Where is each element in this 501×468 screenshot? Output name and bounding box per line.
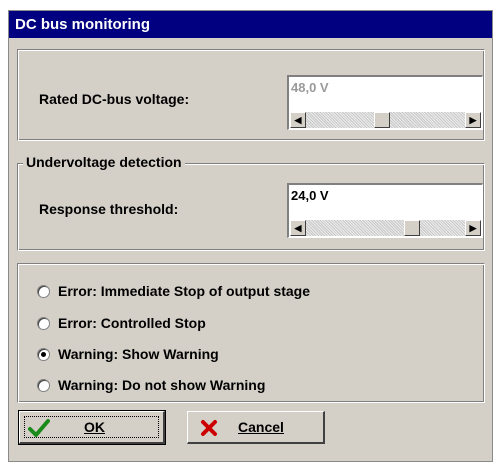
radio-no-warning[interactable] <box>37 378 50 392</box>
response-threshold-label: Response threshold: <box>39 201 179 217</box>
radio-controlled-stop[interactable] <box>37 316 50 330</box>
response-threshold-value: 24,0 V <box>291 188 329 203</box>
arrow-left-icon[interactable]: ◀ <box>290 220 306 236</box>
rated-voltage-slider-thumb[interactable] <box>374 112 390 128</box>
arrow-right-icon[interactable]: ▶ <box>465 112 481 128</box>
title-bar: DC bus monitoring <box>9 11 492 38</box>
option-no-warning[interactable]: Warning: Do not show Warning <box>37 375 265 395</box>
dc-bus-monitoring-dialog: DC bus monitoring Rated DC-bus voltage: … <box>8 10 493 462</box>
option-immediate-stop[interactable]: Error: Immediate Stop of output stage <box>37 281 310 301</box>
x-icon <box>201 420 217 436</box>
cancel-button[interactable]: Cancel <box>187 411 325 444</box>
radio-immediate-stop[interactable] <box>37 284 50 298</box>
rated-voltage-value: 48,0 V <box>291 80 329 95</box>
checkmark-icon <box>28 419 50 437</box>
rated-voltage-field[interactable]: 48,0 V ◀ ▶ <box>287 75 483 130</box>
ok-label: OK <box>84 419 105 435</box>
rated-voltage-label: Rated DC-bus voltage: <box>39 91 190 107</box>
option-label: Warning: Show Warning <box>58 346 219 362</box>
rated-voltage-scrollbar[interactable]: ◀ ▶ <box>290 112 481 128</box>
response-threshold-field[interactable]: 24,0 V ◀ ▶ <box>287 183 483 238</box>
option-label: Error: Immediate Stop of output stage <box>58 283 311 299</box>
cancel-label: Cancel <box>238 419 284 435</box>
radio-show-warning[interactable] <box>37 347 50 361</box>
option-show-warning[interactable]: Warning: Show Warning <box>37 344 219 364</box>
option-controlled-stop[interactable]: Error: Controlled Stop <box>37 313 206 333</box>
response-threshold-slider-thumb[interactable] <box>404 220 420 236</box>
option-label: Error: Controlled Stop <box>58 315 206 331</box>
undervoltage-group-title: Undervoltage detection <box>23 154 185 170</box>
arrow-left-icon[interactable]: ◀ <box>290 112 306 128</box>
response-threshold-scrollbar[interactable]: ◀ ▶ <box>290 220 481 236</box>
option-label: Warning: Do not show Warning <box>58 377 266 393</box>
arrow-right-icon[interactable]: ▶ <box>465 220 481 236</box>
window-title: DC bus monitoring <box>15 16 150 33</box>
ok-button[interactable]: OK <box>18 410 166 445</box>
